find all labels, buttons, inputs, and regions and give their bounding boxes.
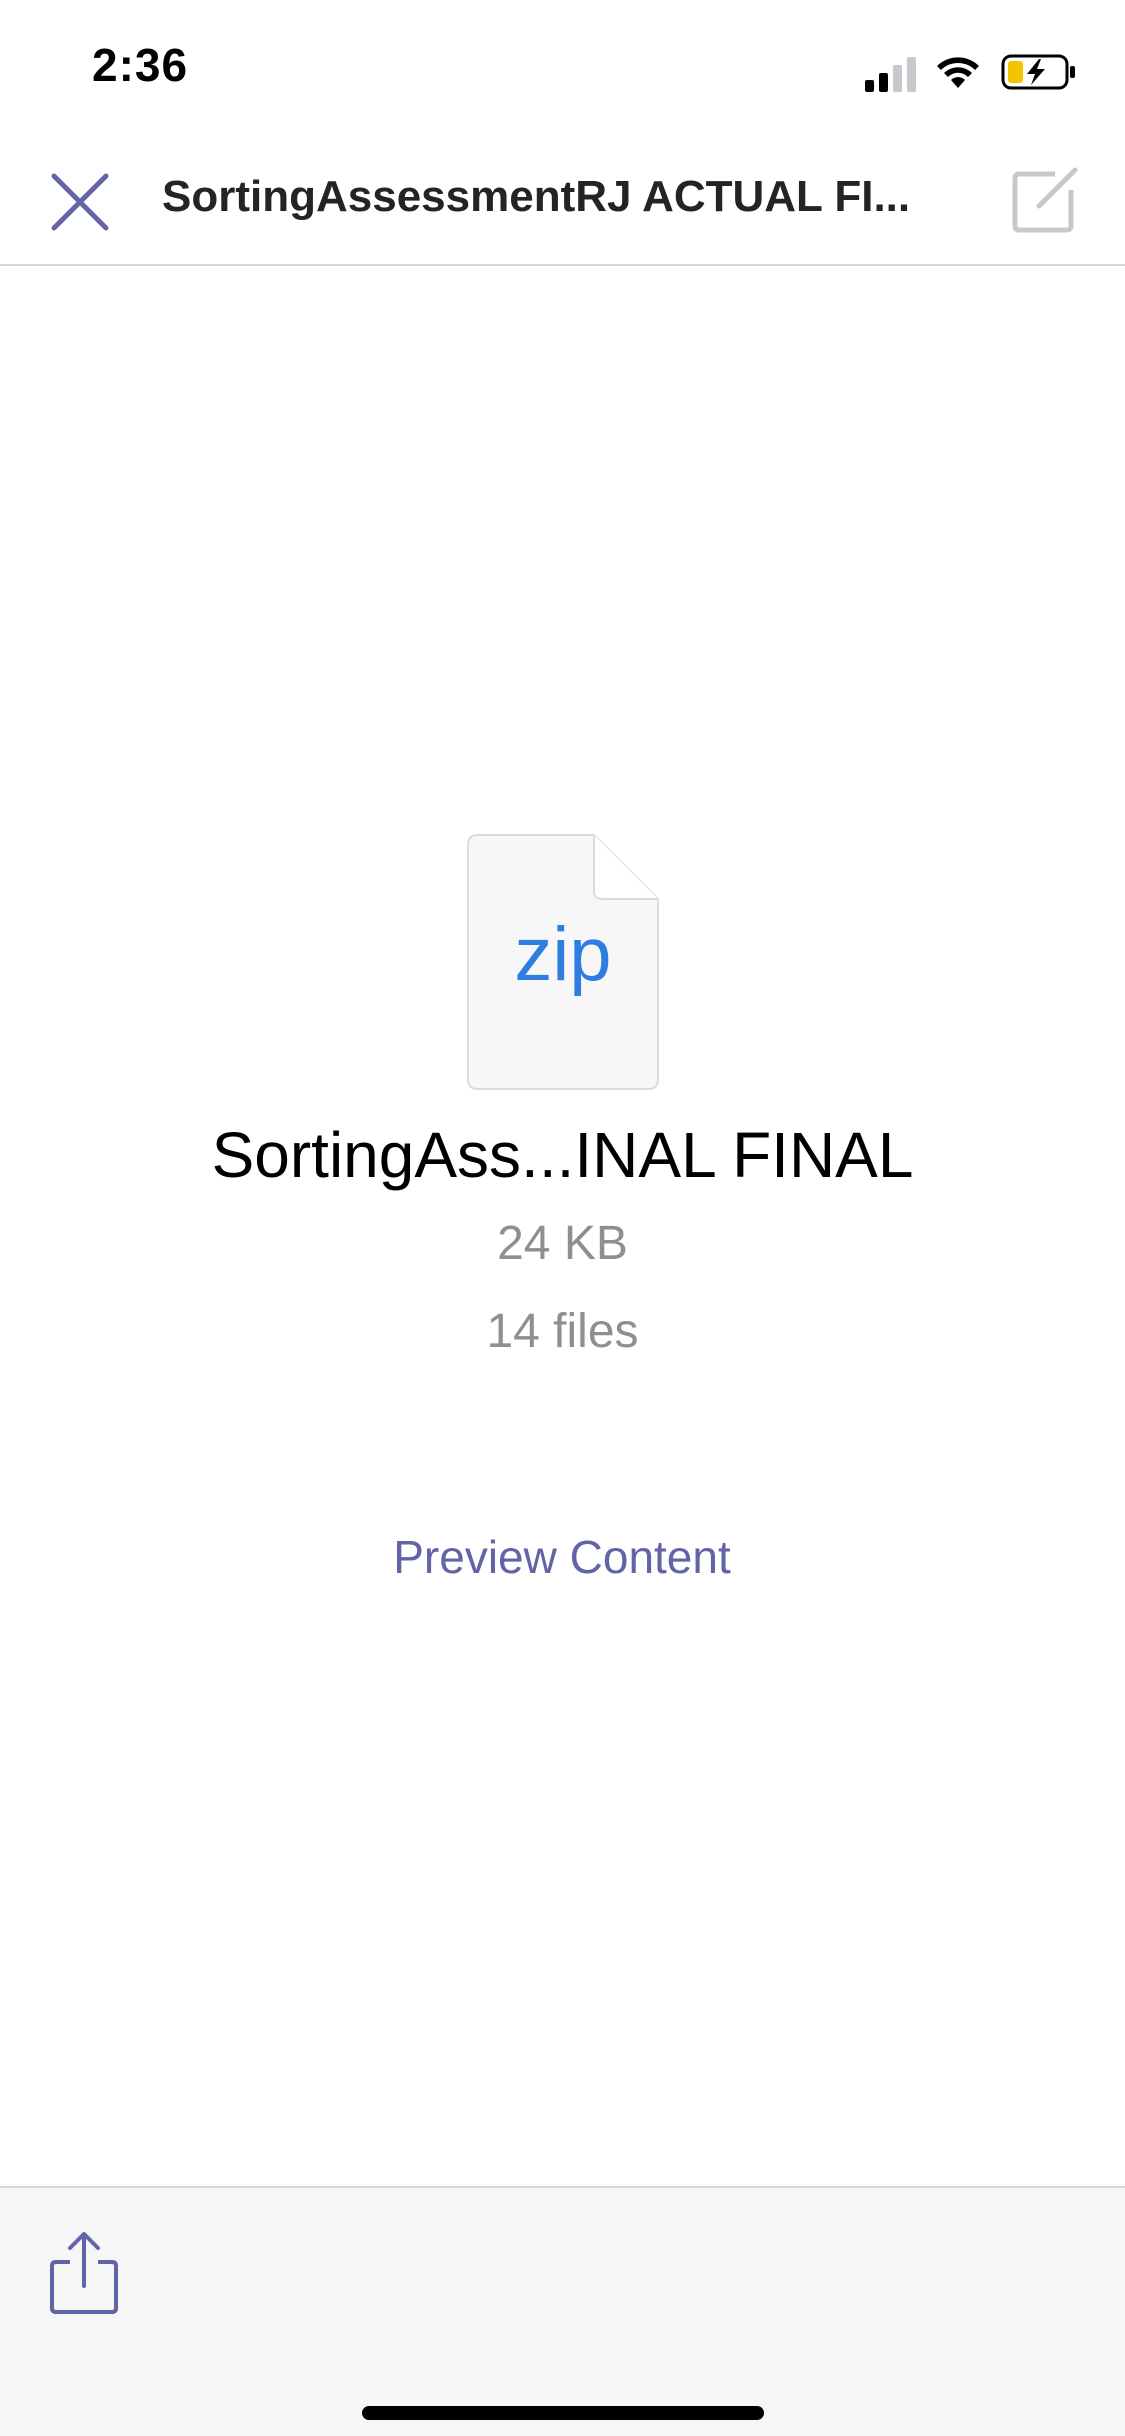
nav-bar: SortingAssessmentRJ ACTUAL FI... xyxy=(0,132,1125,266)
file-preview-screen: 2:36 SortingAssessmentRJ ACTUAL FI... zi… xyxy=(0,0,1125,2436)
wifi-icon xyxy=(937,57,979,88)
bottom-toolbar xyxy=(0,2186,1125,2436)
file-extension-label: zip xyxy=(514,912,612,997)
preview-content-button[interactable]: Preview Content xyxy=(362,1530,762,1584)
file-count: 14 files xyxy=(486,1305,639,1358)
edit-button[interactable] xyxy=(1005,160,1085,240)
zip-file-icon: zip xyxy=(466,833,660,1091)
share-button[interactable] xyxy=(44,2228,124,2318)
status-icons xyxy=(865,50,1085,94)
status-time: 2:36 xyxy=(92,39,189,91)
file-name: SortingAss...INAL FINAL xyxy=(211,1119,914,1191)
close-icon xyxy=(51,173,109,231)
share-icon xyxy=(50,2232,118,2314)
page-title: SortingAssessmentRJ ACTUAL FI... xyxy=(162,172,911,221)
status-bar: 2:36 xyxy=(0,0,1125,132)
cellular-signal-icon xyxy=(865,57,916,92)
home-indicator[interactable] xyxy=(362,2406,764,2420)
close-button[interactable] xyxy=(40,162,120,242)
file-size: 24 KB xyxy=(497,1217,628,1270)
battery-charging-icon xyxy=(1001,54,1075,90)
edit-icon xyxy=(1012,167,1078,233)
